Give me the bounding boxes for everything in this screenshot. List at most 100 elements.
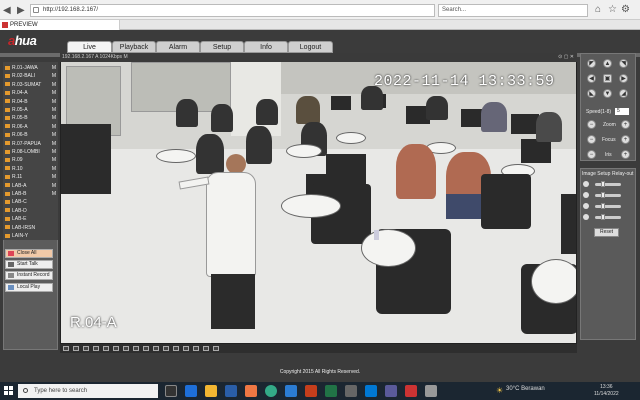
camera-list-item[interactable]: LAIN-Y: [4, 232, 57, 240]
video-toolbar-icons[interactable]: ⊙ ▢ ✕: [558, 53, 574, 62]
url-input[interactable]: http://192.168.2.167/: [30, 4, 435, 17]
forward-icon[interactable]: ▶: [17, 5, 25, 16]
image-slider[interactable]: [595, 183, 621, 186]
slider-knob[interactable]: [600, 192, 605, 198]
nav-tab-alarm[interactable]: Alarm: [156, 41, 200, 53]
video-viewport[interactable]: [60, 53, 577, 344]
camera-list-item[interactable]: R.08-LOMBI M: [4, 148, 57, 156]
camera-list-item[interactable]: R.03-SUMAT M: [4, 81, 57, 89]
browser-tab[interactable]: PREVIEW: [0, 20, 120, 30]
camera-list-item[interactable]: R.09 M: [4, 156, 57, 164]
chrome-icon[interactable]: [265, 385, 277, 397]
camera-list-item[interactable]: LAB-A M: [4, 182, 57, 190]
ptz-center-button[interactable]: ▣: [603, 74, 612, 83]
gear-icon[interactable]: ⚙: [621, 4, 630, 15]
ptz-left-button[interactable]: ◀: [587, 74, 596, 83]
camera-list-item[interactable]: LAB-E: [4, 215, 57, 223]
iris-open-button[interactable]: +: [621, 150, 630, 159]
zoom-out-button[interactable]: −: [587, 120, 596, 129]
video-control-icon[interactable]: [203, 346, 209, 351]
camera-list-item[interactable]: R.05-B M: [4, 114, 57, 122]
video-control-icon[interactable]: [103, 346, 109, 351]
windows-start-icon[interactable]: [4, 386, 14, 396]
start-talk-button[interactable]: Start Talk: [5, 260, 53, 269]
video-control-icon[interactable]: [113, 346, 119, 351]
video-control-icon[interactable]: [73, 346, 79, 351]
ptz-right-button[interactable]: ▶: [619, 74, 628, 83]
reset-button[interactable]: Reset: [594, 228, 619, 237]
focus-in-button[interactable]: +: [621, 135, 630, 144]
store-icon[interactable]: [225, 385, 237, 397]
video-control-icon[interactable]: [213, 346, 219, 351]
camera-list-item[interactable]: R.05-A M: [4, 106, 57, 114]
slider-knob[interactable]: [600, 214, 605, 220]
word-icon[interactable]: [285, 385, 297, 397]
iris-close-button[interactable]: −: [587, 150, 596, 159]
ptz-down-right-button[interactable]: ◢: [619, 89, 628, 98]
video-control-icon[interactable]: [163, 346, 169, 351]
excel-icon[interactable]: [325, 385, 337, 397]
video-control-icon[interactable]: [193, 346, 199, 351]
task-view-icon[interactable]: [165, 385, 177, 397]
nav-tab-setup[interactable]: Setup: [200, 41, 244, 53]
slider-knob[interactable]: [600, 203, 605, 209]
video-control-icon[interactable]: [173, 346, 179, 351]
camera-list-item[interactable]: R.04-B M: [4, 98, 57, 106]
home-icon[interactable]: ⌂: [595, 4, 601, 15]
edge-icon[interactable]: [185, 385, 197, 397]
weather-text[interactable]: 30°C Berawan: [506, 386, 545, 392]
slider-knob[interactable]: [600, 181, 605, 187]
zoom-in-button[interactable]: +: [621, 120, 630, 129]
video-control-icon[interactable]: [93, 346, 99, 351]
star-icon[interactable]: ☆: [608, 4, 617, 15]
app-icon[interactable]: [405, 385, 417, 397]
camera-list-item[interactable]: LAB-B M: [4, 190, 57, 198]
taskbar-search-input[interactable]: Type here to search: [18, 384, 158, 398]
nav-tab-playback[interactable]: Playback: [112, 41, 156, 53]
close-all-button[interactable]: Close All: [5, 249, 53, 258]
app-icon[interactable]: [245, 385, 257, 397]
instant-record-button[interactable]: Instant Record: [5, 271, 53, 280]
back-icon[interactable]: ◀: [3, 5, 11, 16]
powerpoint-icon[interactable]: [305, 385, 317, 397]
nav-tab-logout[interactable]: Logout: [288, 41, 333, 53]
internet-explorer-icon[interactable]: [365, 385, 377, 397]
system-clock[interactable]: 13:36 11/14/2022: [594, 384, 619, 398]
browser-search-input[interactable]: Search...: [438, 4, 588, 17]
local-play-button[interactable]: Local Play: [5, 283, 53, 292]
camera-list-item[interactable]: R.06-A M: [4, 123, 57, 131]
video-control-icon[interactable]: [153, 346, 159, 351]
video-control-icon[interactable]: [63, 346, 69, 351]
camera-list-item[interactable]: R.07-PAPUA M: [4, 140, 57, 148]
app-icon[interactable]: [385, 385, 397, 397]
video-control-icon[interactable]: [123, 346, 129, 351]
file-explorer-icon[interactable]: [205, 385, 217, 397]
ptz-up-right-button[interactable]: ◥: [619, 59, 628, 68]
ptz-up-button[interactable]: ▲: [603, 59, 612, 68]
ptz-down-left-button[interactable]: ◣: [587, 89, 596, 98]
camera-list-item[interactable]: LAB-IRSN: [4, 224, 57, 232]
nav-tab-live[interactable]: Live: [67, 41, 112, 53]
camera-list-item[interactable]: R.11 M: [4, 173, 57, 181]
ptz-up-left-button[interactable]: ◤: [587, 59, 596, 68]
nav-tab-info[interactable]: Info: [244, 41, 288, 53]
video-control-icon[interactable]: [133, 346, 139, 351]
image-setup-tab[interactable]: Image Setup: [582, 171, 610, 177]
video-control-icon[interactable]: [183, 346, 189, 351]
camera-list-item[interactable]: R.02-BALI M: [4, 72, 57, 80]
relay-out-tab[interactable]: Relay-out: [612, 171, 633, 177]
video-control-icon[interactable]: [83, 346, 89, 351]
camera-list-item[interactable]: R.04-A M: [4, 89, 57, 97]
focus-out-button[interactable]: −: [587, 135, 596, 144]
camera-list-item[interactable]: R.06-B M: [4, 131, 57, 139]
camera-list-item[interactable]: LAB-D: [4, 207, 57, 215]
speed-select[interactable]: 5: [615, 108, 629, 115]
video-control-icon[interactable]: [143, 346, 149, 351]
camera-list-item[interactable]: R.10 M: [4, 165, 57, 173]
image-slider[interactable]: [595, 205, 621, 208]
image-slider[interactable]: [595, 194, 621, 197]
ptz-down-button[interactable]: ▼: [603, 89, 612, 98]
app-icon[interactable]: [345, 385, 357, 397]
image-slider[interactable]: [595, 216, 621, 219]
camera-list-item[interactable]: LAB-C: [4, 198, 57, 206]
